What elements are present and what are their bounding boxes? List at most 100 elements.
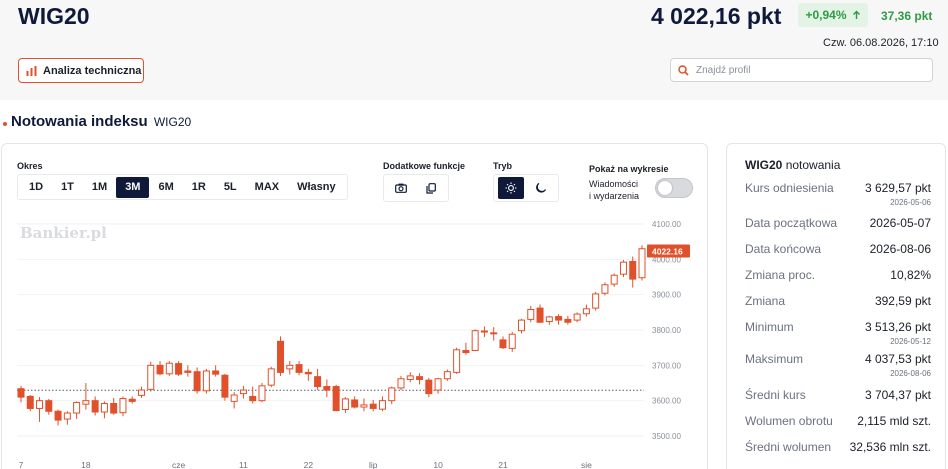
candle-down: [462, 349, 470, 354]
camera-icon: [395, 183, 407, 193]
x-tick-label: 10: [433, 460, 443, 469]
news-events-label: Wiadomości i wydarzenia: [589, 178, 639, 202]
candle-down: [323, 386, 331, 391]
y-tick-label: 3500.00: [652, 432, 681, 441]
candle-down: [45, 400, 53, 412]
candle-down: [499, 339, 507, 349]
stat-label: Data początkowa: [745, 216, 838, 230]
candle-up: [63, 412, 71, 420]
x-tick-label: 7: [19, 460, 24, 469]
candle-up: [82, 400, 90, 405]
candle-up: [619, 261, 627, 275]
candle-down: [156, 364, 164, 375]
stats-title: WIG20 notowania: [745, 158, 840, 172]
candle-up: [165, 362, 173, 375]
candle-down: [480, 330, 488, 333]
stat-label: Data końcowa: [745, 242, 822, 256]
copy-button[interactable]: [418, 177, 444, 199]
news-toggle[interactable]: [655, 178, 693, 198]
stat-value: 32,536 mln szt.: [849, 440, 931, 454]
candle-down: [110, 402, 118, 414]
candle-up: [258, 385, 266, 402]
period-button-1d[interactable]: 1D: [20, 177, 52, 198]
period-button-3m[interactable]: 3M: [116, 176, 150, 198]
period-button-1t[interactable]: 1T: [52, 177, 83, 198]
stats-card: WIG20 notowania Kurs odniesienia 3 629,57…: [726, 143, 946, 469]
change-abs: 37,36 pkt: [881, 9, 933, 23]
dark-mode-button[interactable]: [528, 177, 554, 199]
candle-up: [360, 404, 368, 408]
screenshot-button[interactable]: [388, 177, 414, 199]
x-tick-label: lip: [369, 460, 378, 469]
candle-up: [610, 274, 618, 285]
chart-watermark: Bankier.pl: [20, 224, 107, 242]
candle-up: [471, 330, 479, 351]
copy-icon: [426, 182, 436, 194]
candle-down: [416, 376, 424, 380]
news-label-line2: i wydarzenia: [589, 191, 640, 201]
candle-down: [26, 395, 34, 409]
candle-down: [295, 364, 303, 373]
candle-up: [378, 400, 386, 410]
extra-functions-label: Dodatkowe funkcje: [383, 161, 466, 171]
candle-down: [54, 410, 62, 421]
light-mode-button[interactable]: [498, 177, 524, 199]
candle-down: [193, 371, 201, 392]
period-button-1r[interactable]: 1R: [183, 177, 215, 198]
stat-value: 3 629,57 pkt: [864, 181, 931, 195]
stat-label: Zmiana: [745, 294, 786, 308]
period-button-5l[interactable]: 5L: [215, 177, 246, 198]
stat-label: Kurs odniesienia: [745, 181, 834, 195]
section-title-text: Notowania indeksu: [11, 113, 148, 130]
x-tick-label: 22: [304, 460, 314, 469]
candle-up: [573, 313, 581, 321]
chart-card: Okres 1D 1T 1M 3M 6M 1R 5L MAX Własny Dodatkowe …: [1, 143, 708, 469]
period-selector: 1D 1T 1M 3M 6M 1R 5L MAX Własny: [17, 174, 348, 200]
candle-up: [388, 387, 396, 402]
quote-datetime: Czw. 06.08.2026, 17:10: [823, 37, 939, 49]
candle-down: [128, 398, 136, 402]
candle-down: [490, 332, 498, 335]
stat-date: 2026-05-06: [890, 198, 931, 207]
change-pct-badge: +0,94%: [798, 3, 868, 27]
stat-label: Maksimum: [745, 352, 804, 366]
candle-down: [212, 370, 220, 375]
stat-label: Zmiana proc.: [745, 268, 816, 282]
candle-up: [397, 378, 405, 389]
sun-icon: [505, 182, 517, 194]
arrow-up-icon: [852, 10, 860, 19]
period-button-max[interactable]: MAX: [246, 177, 288, 198]
candle-up: [137, 389, 145, 396]
header-bar: WIG20 4 022,16 pkt +0,94% 37,36 pkt Czw.…: [0, 0, 948, 100]
candle-up: [230, 394, 238, 402]
search-input[interactable]: [696, 64, 916, 76]
stat-value: 2026-08-06: [869, 242, 931, 256]
technical-analysis-button[interactable]: Analiza techniczna: [18, 58, 144, 83]
stat-value: 3 704,37 pkt: [864, 388, 931, 402]
x-tick-label: 18: [81, 460, 91, 469]
stat-date: 2026-05-12: [890, 337, 931, 346]
section-subtitle: WIG20: [153, 115, 192, 129]
candle-down: [564, 318, 572, 323]
candle-down: [304, 371, 312, 375]
search-box[interactable]: [670, 58, 933, 82]
period-button-1m[interactable]: 1M: [83, 177, 116, 198]
period-button-6m[interactable]: 6M: [149, 177, 182, 198]
toggle-knob: [658, 181, 672, 195]
stat-label: Minimum: [745, 320, 794, 334]
price-chart[interactable]: Bankier.pl 4100.004000.003900.003800.0037…: [2, 214, 708, 469]
candle-up: [545, 316, 553, 323]
candle-down: [91, 400, 99, 413]
candle-down: [175, 363, 183, 375]
candle-up: [267, 368, 275, 386]
extra-functions-group: [383, 174, 449, 202]
candle-up: [147, 364, 155, 390]
candle-down: [629, 260, 637, 280]
chart-bars-icon: [26, 65, 37, 76]
news-label-line1: Wiadomości: [589, 179, 639, 189]
period-button-własny[interactable]: Własny: [288, 177, 345, 198]
candle-up: [73, 401, 81, 414]
moon-icon: [536, 182, 547, 193]
candle-up: [36, 400, 44, 409]
candle-down: [184, 370, 192, 373]
